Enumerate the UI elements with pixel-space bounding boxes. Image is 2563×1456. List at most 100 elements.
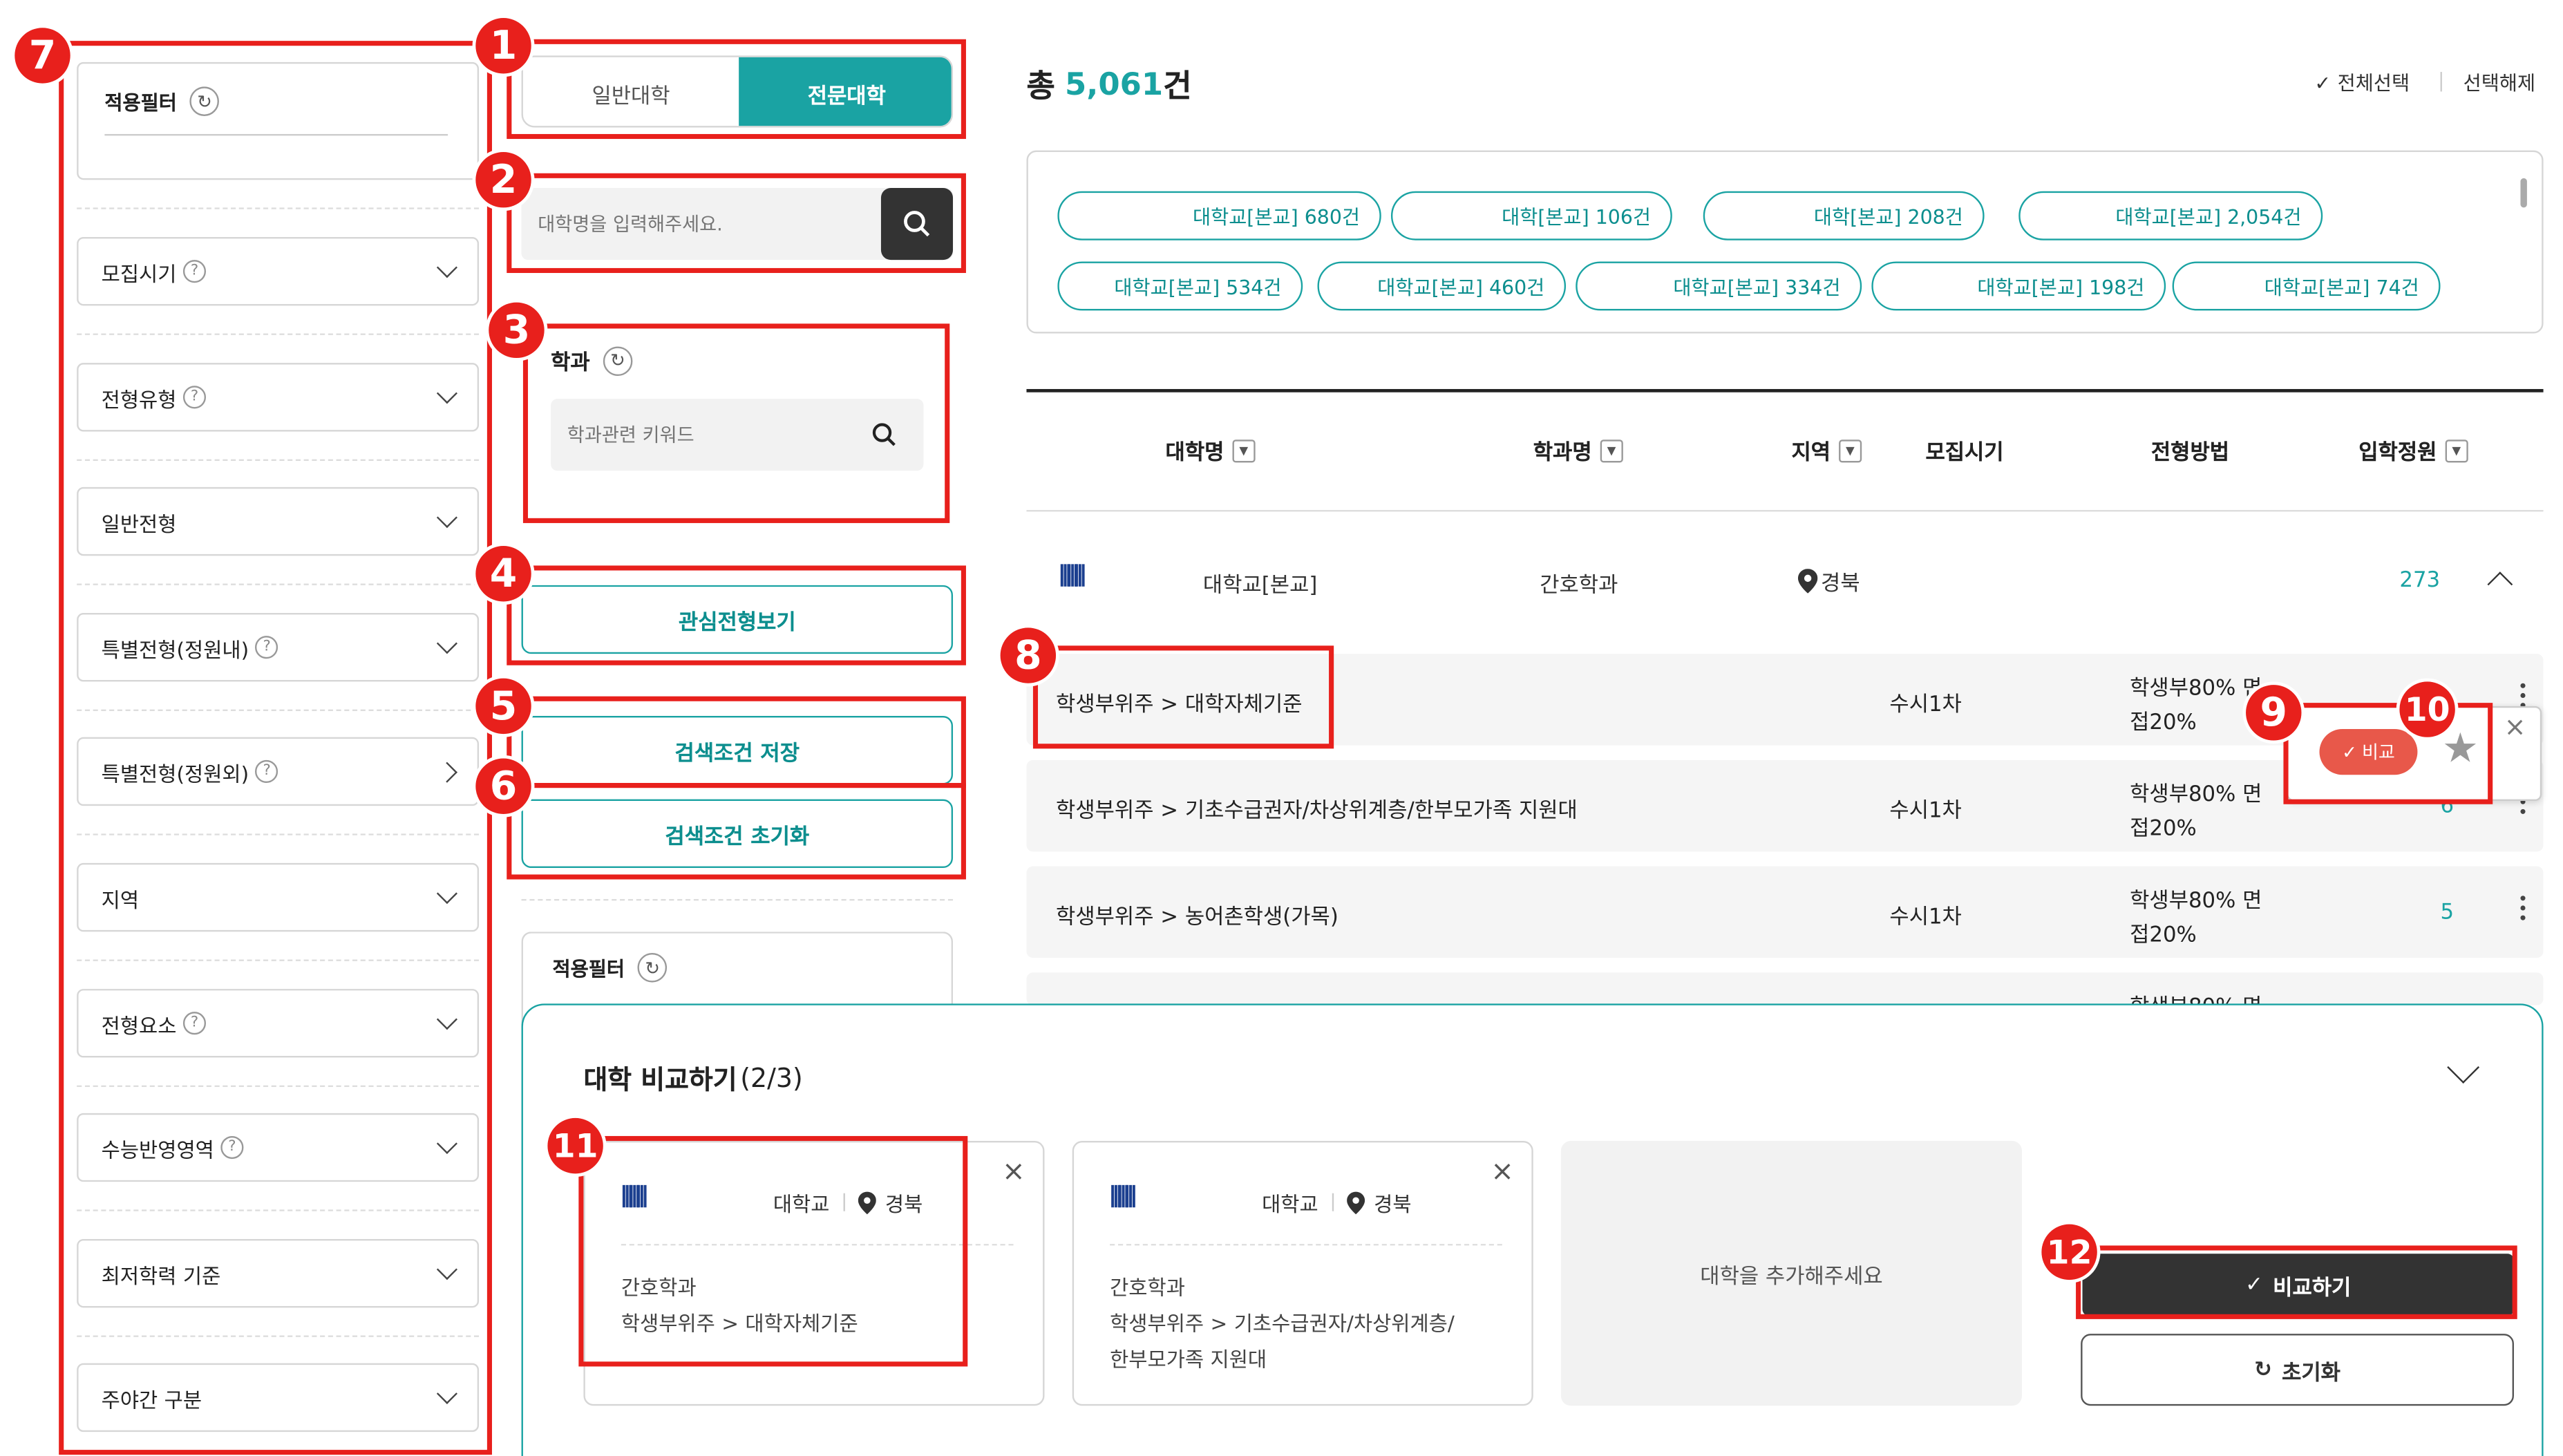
compare-count: (2/3) xyxy=(740,1061,803,1093)
help-icon[interactable]: ? xyxy=(255,636,278,659)
collapse-chevron-icon[interactable] xyxy=(2447,1051,2480,1084)
close-icon[interactable]: × xyxy=(2504,711,2526,742)
chevron-down-icon xyxy=(436,1132,457,1153)
university-chip[interactable]: 대학교[본교] 198건 xyxy=(1871,261,2166,311)
university-chip[interactable]: 대학교[본교] 74건 xyxy=(2172,261,2441,311)
col-univ-header[interactable]: 대학명 ▼ xyxy=(1166,435,1256,466)
chevron-down-icon xyxy=(436,882,457,903)
close-icon[interactable]: × xyxy=(1491,1155,1514,1188)
compare-tag-label: 비교 xyxy=(2361,741,2395,764)
card-type: 학생부위주 > 기초수급권자/차상위계층/ xyxy=(1110,1311,1455,1336)
compare-reset-button[interactable]: ↻ 초기화 xyxy=(2081,1334,2514,1406)
applied-filter-title: 적용필터 xyxy=(104,91,177,114)
tab-general-univ[interactable]: 일반대학 xyxy=(523,57,739,126)
scrollbar[interactable] xyxy=(2520,178,2527,208)
compare-tag-button[interactable]: ✓ 비교 xyxy=(2319,728,2418,775)
filter-item-1[interactable]: 전형유형? xyxy=(77,363,480,432)
filter-item-0[interactable]: 모집시기? xyxy=(77,236,480,306)
deselect-label: 선택해제 xyxy=(2463,72,2536,95)
close-icon[interactable]: × xyxy=(1002,1155,1025,1188)
interest-button-label: 관심전형보기 xyxy=(678,610,796,635)
university-chip[interactable]: 대학교[본교] 334건 xyxy=(1576,261,1862,311)
result-count-number: 5,061 xyxy=(1065,66,1164,102)
marker-1: 1 xyxy=(472,15,535,77)
university-chip-label: 대학교[본교] 334건 xyxy=(1673,275,1841,299)
table-row[interactable]: 학생부위주 > 농어촌학생(가목) 수시1차 학생부80% 면 접20% 5 xyxy=(1026,866,2544,958)
card-univ-name: 대학교 xyxy=(1262,1191,1318,1216)
reset-search-button[interactable]: 검색조건 초기화 xyxy=(521,799,954,869)
chevron-down-icon xyxy=(436,632,457,654)
group-row[interactable]: ⦀⦀⦀ 대학교[본교] 간호학과 경북 273 xyxy=(1026,540,2543,625)
table-row[interactable]: 학생부80% 면 xyxy=(1026,972,2544,1020)
marker-6: 6 xyxy=(472,755,535,817)
compare-submit-label: 비교하기 xyxy=(2273,1276,2352,1301)
help-icon[interactable]: ? xyxy=(255,759,278,784)
col-dept-header[interactable]: 학과명 ▼ xyxy=(1533,435,1623,466)
university-chip-label: 대학교[본교] 534건 xyxy=(1114,275,1282,299)
save-search-button[interactable]: 검색조건 저장 xyxy=(521,716,954,785)
sort-icon: ▼ xyxy=(1838,439,1862,462)
group-univ-name: 대학교[본교] xyxy=(1202,574,1318,598)
row-type-name: 학생부위주 > 농어촌학생(가목) xyxy=(1056,905,1339,930)
university-chip[interactable]: 대학[본교] 208건 xyxy=(1703,191,1985,240)
more-menu-icon[interactable] xyxy=(2520,896,2526,920)
tab-professional-univ[interactable]: 전문대학 xyxy=(739,57,952,126)
filter-item-label: 주야간 구분 xyxy=(101,1387,202,1412)
filter-item-3[interactable]: 특별전형(정원내)? xyxy=(77,613,480,682)
left-filter-panel: 적용필터 ↻ 모집시기? 전형유형? 일반전형 특별전형(정원내)? 특별전형(정원외)… xyxy=(0,0,491,1456)
filter-item-5[interactable]: 지역 xyxy=(77,862,480,932)
filter-item-label: 수능반영영역 xyxy=(101,1137,214,1162)
chevron-right-icon xyxy=(436,761,457,782)
department-search-input[interactable] xyxy=(567,412,862,458)
col-quota-label: 입학정원 xyxy=(2358,441,2437,466)
row-method-line2: 접20% xyxy=(2130,817,2197,842)
refresh-icon[interactable]: ↻ xyxy=(189,86,220,116)
university-chip-box: 대학교[본교] 680건 대학[본교] 106건 대학[본교] 208건 대학교[본교… xyxy=(1026,150,2544,334)
university-chip[interactable]: 대학[본교] 106건 xyxy=(1390,191,1672,240)
card-region: 경북 xyxy=(885,1191,923,1216)
filter-item-label: 특별전형(정원내) xyxy=(101,636,249,661)
university-chip[interactable]: 대학교[본교] 460건 xyxy=(1317,261,1567,311)
filter-item-7[interactable]: 수능반영영역? xyxy=(77,1113,480,1182)
compare-submit-button[interactable]: ✓ 비교하기 xyxy=(2082,1254,2514,1316)
help-icon[interactable]: ? xyxy=(182,386,207,409)
university-search-input[interactable] xyxy=(538,200,865,247)
refresh-icon[interactable]: ↻ xyxy=(637,953,668,983)
filter-item-2[interactable]: 일반전형 xyxy=(77,486,480,556)
group-region: 경북 xyxy=(1797,565,1860,596)
university-logo-icon: ⦀⦀⦀ xyxy=(1110,1182,1137,1215)
more-menu-icon[interactable] xyxy=(2520,683,2526,708)
col-method-label: 전형방법 xyxy=(2150,441,2230,466)
collapse-chevron-icon[interactable] xyxy=(2487,571,2513,598)
search-icon[interactable] xyxy=(871,422,898,448)
help-icon[interactable]: ? xyxy=(182,1012,207,1035)
col-region-header[interactable]: 지역 ▼ xyxy=(1791,435,1862,466)
row-period: 수시1차 xyxy=(1889,692,1962,718)
search-icon xyxy=(904,211,930,237)
chevron-down-icon xyxy=(436,1258,457,1280)
university-search-button[interactable] xyxy=(880,188,954,261)
help-icon[interactable]: ? xyxy=(182,260,207,283)
tab-professional-label: 전문대학 xyxy=(807,84,886,109)
location-pin-icon xyxy=(1345,1191,1364,1214)
marker-10: 10 xyxy=(2396,678,2459,741)
empty-compare-slot[interactable]: 대학을 추가해주세요 xyxy=(1560,1141,2022,1406)
refresh-icon[interactable]: ↻ xyxy=(603,346,633,375)
select-all-button[interactable]: ✓ 전체선택 xyxy=(2314,68,2410,96)
filter-item-6[interactable]: 전형요소? xyxy=(77,989,480,1058)
university-chip[interactable]: 대학교[본교] 2,054건 xyxy=(2018,191,2323,240)
filter-item-8[interactable]: 최저학력 기준 xyxy=(77,1238,480,1308)
col-quota-header[interactable]: 입학정원 ▼ xyxy=(2358,435,2468,466)
row-method-line2: 접20% xyxy=(2130,923,2197,948)
filter-item-label: 일반전형 xyxy=(101,511,177,536)
filter-item-9[interactable]: 주야간 구분 xyxy=(77,1363,480,1433)
card-type: 학생부위주 > 대학자체기준 xyxy=(621,1311,858,1336)
university-chip[interactable]: 대학교[본교] 680건 xyxy=(1057,191,1381,240)
deselect-button[interactable]: 선택해제 xyxy=(2463,68,2535,96)
sort-icon: ▼ xyxy=(1600,439,1623,462)
interest-selection-button[interactable]: 관심전형보기 xyxy=(521,585,954,654)
col-univ-label: 대학명 xyxy=(1165,441,1224,466)
help-icon[interactable]: ? xyxy=(220,1135,244,1160)
university-chip[interactable]: 대학교[본교] 534건 xyxy=(1057,261,1303,311)
filter-item-4[interactable]: 특별전형(정원외)? xyxy=(77,737,480,806)
